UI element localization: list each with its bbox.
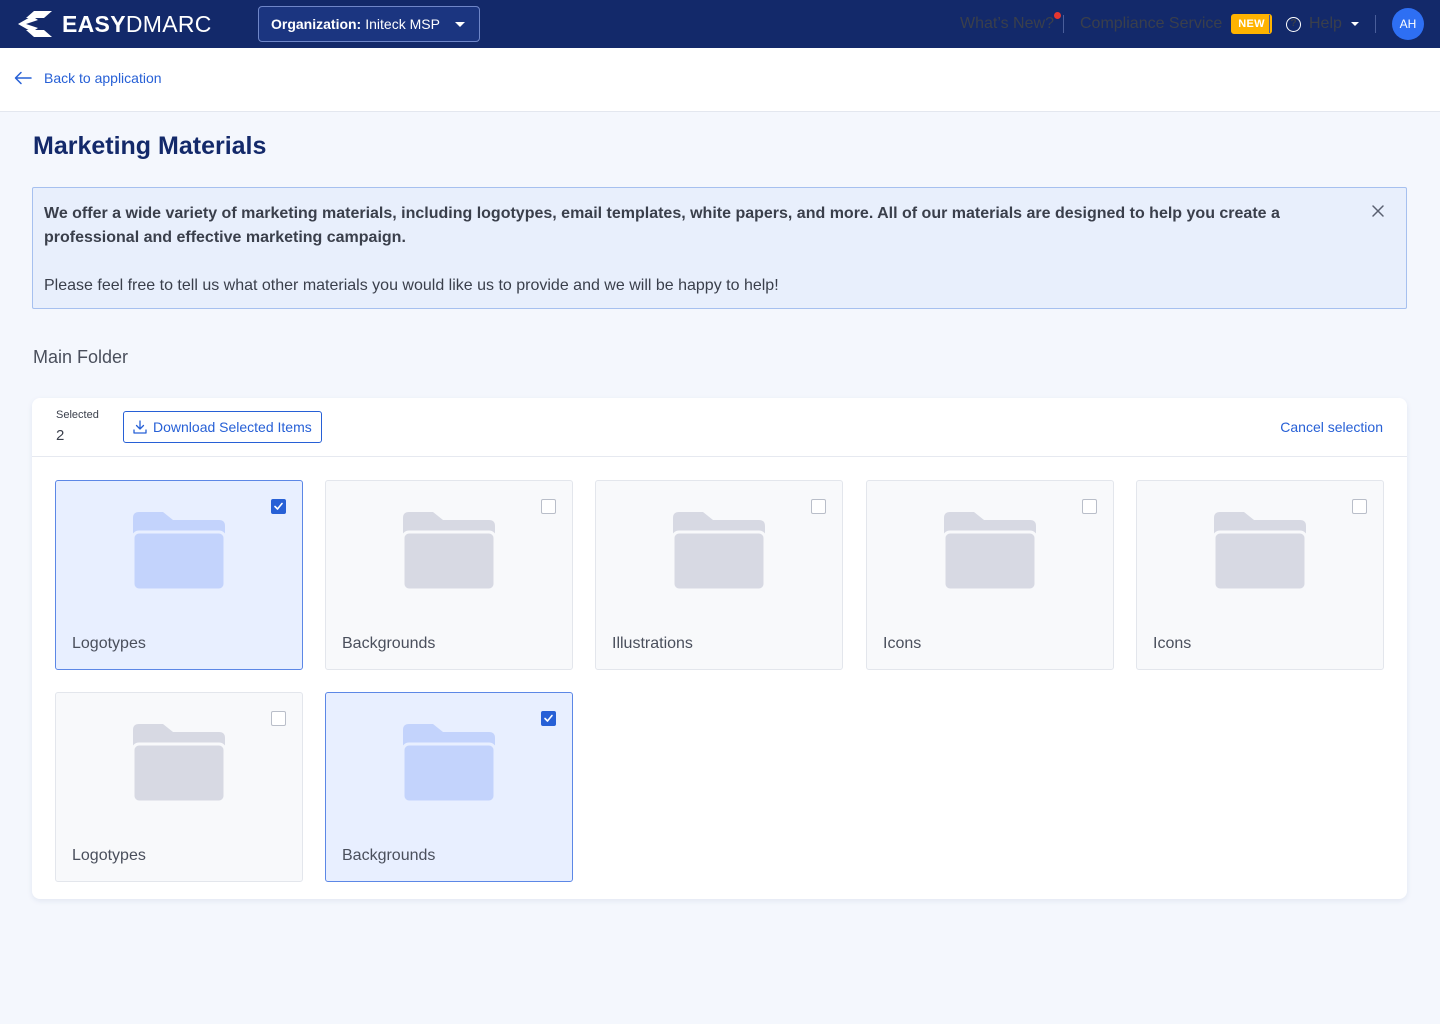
folder-icon <box>133 724 225 804</box>
nav-divider <box>1063 15 1064 33</box>
materials-panel: Selected 2 Download Selected Items Cance… <box>32 398 1407 899</box>
folder-name: Backgrounds <box>342 847 436 864</box>
logo-text: EASYDMARC <box>62 10 212 37</box>
download-icon <box>133 420 147 434</box>
selection-toolbar: Selected 2 Download Selected Items Cance… <box>32 398 1407 457</box>
folder-name: Logotypes <box>72 847 146 864</box>
info-banner: We offer a wide variety of marketing mat… <box>32 187 1407 309</box>
folder-icon <box>133 512 225 592</box>
compliance-service-link[interactable]: Compliance Service NEW <box>1080 0 1272 48</box>
folder-name: Logotypes <box>72 635 146 652</box>
download-label: Download Selected Items <box>153 419 312 435</box>
checkmark-icon <box>544 714 553 722</box>
new-badge: NEW <box>1231 14 1272 34</box>
arrow-left-icon <box>14 71 32 85</box>
question-circle-icon: ? <box>1286 16 1301 32</box>
folder-icon <box>673 512 765 592</box>
whats-new-label: What’s New? <box>960 15 1054 32</box>
top-navbar: EASYDMARC Organization: Initeck MSP What… <box>0 0 1440 48</box>
compliance-label: Compliance Service <box>1080 15 1223 32</box>
folder-card[interactable]: Illustrations <box>595 480 843 670</box>
folder-name: Backgrounds <box>342 635 436 652</box>
checkbox[interactable] <box>1082 499 1097 514</box>
chevron-down-icon <box>1350 22 1359 26</box>
folder-icon <box>403 512 495 592</box>
folder-name: Illustrations <box>612 635 693 652</box>
download-selected-button[interactable]: Download Selected Items <box>123 411 322 443</box>
back-to-application-link[interactable]: Back to application <box>14 70 162 86</box>
logo-mark-icon <box>18 11 52 37</box>
chevron-down-icon <box>455 22 465 27</box>
folder-card[interactable]: Backgrounds <box>325 480 573 670</box>
back-bar: Back to application <box>0 48 1440 112</box>
folder-heading: Main Folder <box>33 347 129 367</box>
checkmark-icon <box>274 502 283 510</box>
user-avatar[interactable]: AH <box>1392 8 1424 40</box>
folder-card[interactable]: Icons <box>866 480 1114 670</box>
organization-label: Organization: <box>271 16 362 32</box>
back-link-label: Back to application <box>44 70 162 86</box>
nav-divider <box>1375 15 1376 33</box>
folder-name: Icons <box>883 635 922 652</box>
folder-icon <box>403 724 495 804</box>
folder-card[interactable]: Icons <box>1136 480 1384 670</box>
notification-dot-icon <box>1052 11 1062 20</box>
checkbox[interactable] <box>811 499 826 514</box>
folder-icon <box>1214 512 1306 592</box>
folder-name: Icons <box>1153 635 1192 652</box>
checkbox[interactable] <box>541 499 556 514</box>
checkbox[interactable] <box>1352 499 1367 514</box>
organization-value: Initeck MSP <box>365 16 440 32</box>
checkbox[interactable] <box>541 711 556 726</box>
selected-count: 2 <box>56 427 65 444</box>
folder-icon <box>944 512 1036 592</box>
organization-select[interactable]: Organization: Initeck MSP <box>258 6 480 42</box>
help-menu[interactable]: ? Help <box>1286 0 1359 48</box>
easydmarc-logo[interactable]: EASYDMARC <box>16 9 212 39</box>
cancel-selection-link[interactable]: Cancel selection <box>1280 419 1383 435</box>
folder-card[interactable]: Logotypes <box>55 480 303 670</box>
folder-card[interactable]: Logotypes <box>55 692 303 882</box>
checkbox[interactable] <box>271 711 286 726</box>
folder-card[interactable]: Backgrounds <box>325 692 573 882</box>
checkbox[interactable] <box>271 499 286 514</box>
close-icon[interactable] <box>1370 203 1386 219</box>
nav-divider <box>1269 15 1270 33</box>
info-paragraph-2: Please feel free to tell us what other m… <box>44 277 779 294</box>
help-label: Help <box>1309 15 1342 32</box>
whats-new-link[interactable]: What’s New? <box>960 0 1062 48</box>
info-paragraph-1: We offer a wide variety of marketing mat… <box>44 205 1280 246</box>
page-title: Marketing Materials <box>33 132 267 160</box>
selected-label: Selected <box>56 409 99 421</box>
